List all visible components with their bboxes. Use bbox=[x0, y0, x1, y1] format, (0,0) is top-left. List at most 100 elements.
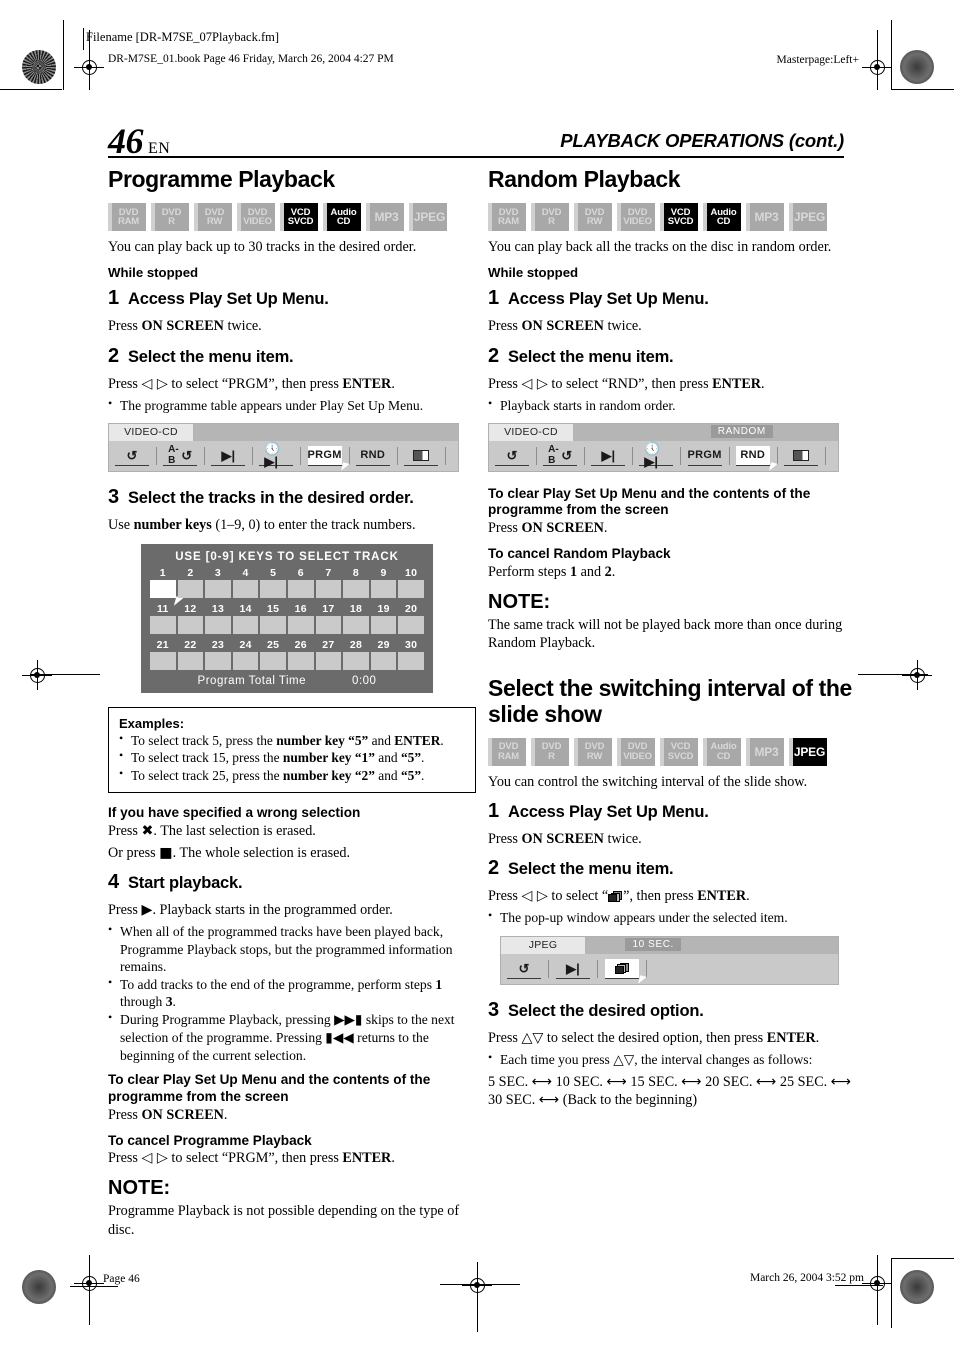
track-cell[interactable] bbox=[370, 616, 397, 635]
programme-note-body: Programme Playback is not possible depen… bbox=[108, 1203, 460, 1238]
rnd-button[interactable]: RND bbox=[355, 445, 390, 466]
footer-page-label: Page 46 bbox=[103, 1273, 140, 1285]
track-number-label: 26 bbox=[294, 639, 307, 652]
badge-dvd-video: DVD VIDEO bbox=[617, 737, 655, 766]
programme-note-heading: NOTE: bbox=[108, 1177, 171, 1200]
track-cell-row bbox=[150, 652, 424, 671]
track-cell[interactable] bbox=[288, 652, 314, 671]
programme-cancel-body: Press ◁ ▷ to select “PRGM”, then press E… bbox=[108, 1150, 395, 1167]
osd-icon-row: ↺ A-B ↺ ▶| 🕔▶| PRGM RND bbox=[109, 441, 458, 473]
list-item: Playback starts in random order. bbox=[488, 396, 856, 414]
track-cell[interactable] bbox=[177, 580, 204, 599]
screen-mode-icon[interactable] bbox=[403, 445, 438, 466]
track-cell[interactable] bbox=[343, 616, 369, 635]
slideshow-interval-icon[interactable] bbox=[605, 958, 647, 986]
page-edge-rule-left bbox=[63, 20, 64, 90]
list-item: When all of the programmed tracks have b… bbox=[108, 922, 476, 974]
time-skip-icon[interactable]: 🕔▶| bbox=[259, 442, 294, 468]
badge-dvd-video: DVD VIDEO bbox=[237, 203, 275, 232]
repeat-icon[interactable]: ↺ bbox=[507, 958, 541, 979]
trim-line-top-right bbox=[892, 89, 954, 91]
track-number-label: 19 bbox=[377, 603, 390, 616]
program-total-time-value: 0:00 bbox=[352, 675, 377, 688]
track-cell[interactable] bbox=[205, 652, 231, 671]
track-selection-table: USE [0-9] KEYS TO SELECT TRACK 123456789… bbox=[141, 544, 433, 694]
osd-play-setup-menu-slideshow: JPEG 10 SEC. ↺ ▶| bbox=[500, 935, 839, 986]
track-cell[interactable] bbox=[398, 580, 424, 599]
prgm-button[interactable]: PRGM bbox=[687, 445, 722, 466]
screen-mode-icon[interactable] bbox=[783, 445, 818, 466]
ab-repeat-icon[interactable]: A-B ↺ bbox=[163, 444, 198, 466]
badge-vcd-svcd: VCD SVCD bbox=[660, 737, 698, 766]
track-cell[interactable] bbox=[260, 652, 286, 671]
skip-icon[interactable]: ▶| bbox=[211, 445, 246, 466]
track-cell[interactable] bbox=[315, 652, 342, 671]
programme-step-3: 3 Select the tracks in the desired order… bbox=[108, 486, 476, 509]
repeat-icon[interactable]: ↺ bbox=[495, 445, 529, 466]
program-total-time-label: Program Total Time bbox=[197, 675, 307, 688]
track-number-label: 24 bbox=[239, 639, 252, 652]
track-cell[interactable] bbox=[315, 580, 342, 599]
skip-icon[interactable]: ▶| bbox=[556, 958, 590, 979]
track-cell[interactable] bbox=[232, 580, 259, 599]
badge-dvd-video: DVD VIDEO bbox=[617, 203, 655, 232]
osd-separator bbox=[646, 959, 647, 978]
track-number-label: 9 bbox=[380, 567, 387, 580]
osd-title-row: JPEG 10 SEC. bbox=[501, 936, 838, 954]
track-cell[interactable] bbox=[260, 580, 286, 599]
badge-dvd-ram: DVD RAM bbox=[488, 203, 526, 232]
osd-play-setup-menu-random: VIDEO-CD RANDOM ↺ A-B ↺ ▶| 🕔▶| PRGM RND bbox=[488, 422, 839, 473]
track-cell[interactable] bbox=[177, 616, 204, 635]
repeat-icon[interactable]: ↺ bbox=[115, 445, 149, 466]
trim-line-footer-left bbox=[70, 1286, 118, 1287]
track-cell[interactable] bbox=[205, 580, 231, 599]
random-clear-menu-body: Press ON SCREEN. bbox=[488, 520, 608, 537]
track-cell[interactable] bbox=[150, 616, 176, 635]
step-title: Access Play Set Up Menu. bbox=[508, 290, 709, 309]
track-cell[interactable] bbox=[177, 652, 204, 671]
prgm-button[interactable]: PRGM bbox=[307, 445, 350, 473]
osd-disc-type-tab: JPEG bbox=[501, 936, 585, 954]
track-cell[interactable] bbox=[205, 616, 231, 635]
cursor-icon bbox=[638, 974, 647, 986]
track-cell[interactable] bbox=[232, 652, 259, 671]
track-cell[interactable] bbox=[398, 616, 424, 635]
track-cell[interactable] bbox=[288, 616, 314, 635]
random-clear-menu-heading: To clear Play Set Up Menu and the conten… bbox=[488, 485, 811, 518]
right-column: Random Playback DVD RAM DVD R DVD RW DVD VID… bbox=[488, 166, 856, 1118]
slideshow-step-2: 2 Select the menu item. bbox=[488, 857, 856, 880]
badge-row-slideshow: DVD RAM DVD R DVD RW DVD VIDEO VCD SVCD Audio… bbox=[488, 737, 856, 766]
track-number-label: 29 bbox=[377, 639, 390, 652]
track-cell[interactable] bbox=[288, 580, 314, 599]
time-skip-icon[interactable]: 🕔▶| bbox=[639, 442, 674, 468]
track-cell[interactable] bbox=[370, 580, 397, 599]
slideshow-step-2-bullets: The pop-up window appears under the sele… bbox=[488, 908, 856, 926]
track-cell[interactable] bbox=[343, 580, 369, 599]
trim-line-top-left bbox=[0, 89, 62, 91]
track-cell[interactable] bbox=[150, 652, 176, 671]
programme-step-4-body: Press ▶. Playback starts in the programm… bbox=[108, 902, 393, 919]
track-cell[interactable] bbox=[260, 616, 286, 635]
track-cell[interactable] bbox=[370, 652, 397, 671]
slideshow-step-3: 3 Select the desired option. bbox=[488, 999, 856, 1022]
step-title: Access Play Set Up Menu. bbox=[508, 803, 709, 822]
random-step-1: 1 Access Play Set Up Menu. bbox=[488, 287, 856, 310]
list-item: To select track 15, press the number key… bbox=[119, 748, 465, 766]
track-cell[interactable] bbox=[343, 652, 369, 671]
osd-interval-label: 10 SEC. bbox=[625, 937, 681, 951]
skip-icon[interactable]: ▶| bbox=[591, 445, 626, 466]
osd-icon-row: ↺ ▶| bbox=[501, 954, 838, 986]
track-number-label: 16 bbox=[294, 603, 307, 616]
footer-date-label: March 26, 2004 3:52 pm bbox=[749, 1272, 864, 1284]
track-cell[interactable] bbox=[232, 616, 259, 635]
track-cell[interactable] bbox=[315, 616, 342, 635]
step-number: 1 bbox=[108, 287, 120, 310]
track-cell[interactable] bbox=[398, 652, 424, 671]
programme-step-2-bullets: The programme table appears under Play S… bbox=[108, 396, 476, 414]
rnd-button[interactable]: RND bbox=[735, 445, 778, 473]
step-number: 2 bbox=[488, 344, 500, 367]
track-number-label: 27 bbox=[322, 639, 335, 652]
track-number-label: 14 bbox=[239, 603, 252, 616]
track-cell-active[interactable] bbox=[150, 580, 183, 608]
ab-repeat-icon[interactable]: A-B ↺ bbox=[543, 444, 578, 466]
